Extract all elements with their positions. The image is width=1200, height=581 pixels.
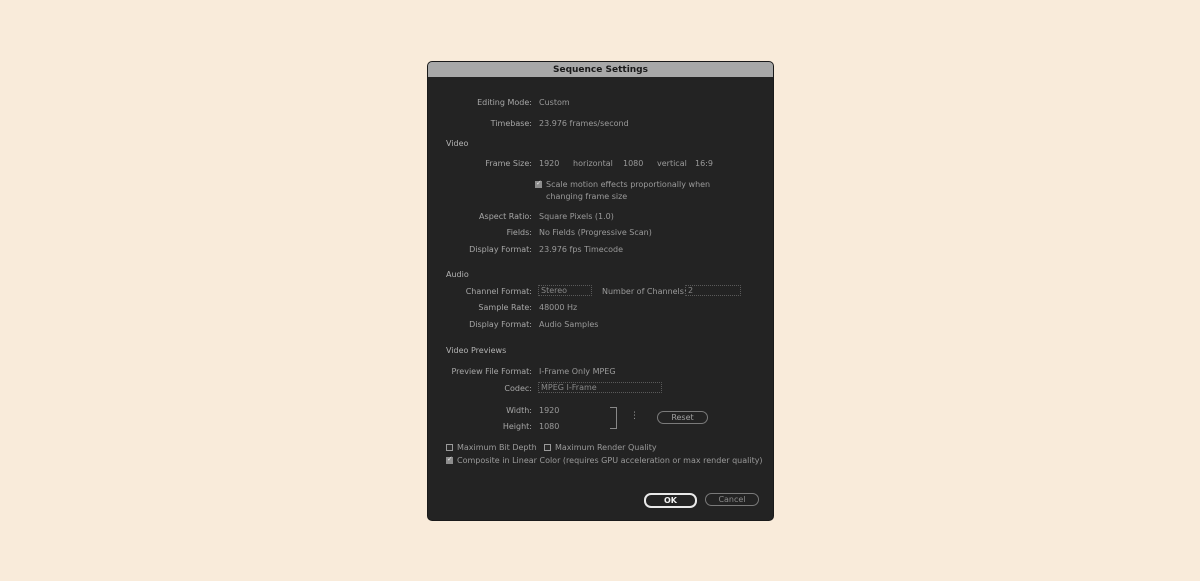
channel-format-label: Channel Format: bbox=[465, 287, 532, 296]
preview-file-format-label: Preview File Format: bbox=[451, 367, 533, 376]
editing-mode-label: Editing Mode: bbox=[477, 98, 532, 107]
frame-ratio-value: 16:9 bbox=[695, 159, 713, 168]
vertical-label: vertical bbox=[657, 159, 687, 168]
horizontal-label: horizontal bbox=[573, 159, 613, 168]
sample-rate-label: Sample Rate: bbox=[478, 303, 532, 312]
linear-color-label: Composite in Linear Color (requires GPU … bbox=[457, 456, 763, 465]
codec-select[interactable]: MPEG I-Frame bbox=[538, 382, 662, 393]
ok-button[interactable]: OK bbox=[644, 493, 697, 508]
audio-display-format-value[interactable]: Audio Samples bbox=[539, 320, 598, 329]
dialog-title: Sequence Settings bbox=[428, 62, 773, 77]
reset-button[interactable]: Reset bbox=[657, 411, 708, 424]
scale-motion-label-line1: Scale motion effects proportionally when bbox=[546, 180, 711, 189]
fields-label: Fields: bbox=[506, 228, 532, 237]
num-channels-label: Number of Channels: bbox=[602, 287, 687, 296]
linear-color-checkbox[interactable] bbox=[446, 455, 453, 464]
frame-width-value[interactable]: 1920 bbox=[539, 159, 559, 168]
editing-mode-value[interactable]: Custom bbox=[539, 98, 570, 107]
sample-rate-value[interactable]: 48000 Hz bbox=[539, 303, 577, 312]
max-render-quality-checkbox[interactable] bbox=[544, 444, 551, 451]
num-channels-field[interactable]: 2 bbox=[685, 285, 741, 296]
preview-height-label: Height: bbox=[502, 422, 532, 431]
max-bit-depth-checkbox[interactable] bbox=[446, 444, 453, 451]
video-section-label: Video bbox=[446, 139, 469, 148]
timebase-label: Timebase: bbox=[490, 119, 532, 128]
cancel-button[interactable]: Cancel bbox=[705, 493, 759, 506]
frame-size-label: Frame Size: bbox=[485, 159, 532, 168]
timebase-value[interactable]: 23.976 frames/second bbox=[539, 119, 629, 128]
chain-link-icon[interactable]: ⋮ bbox=[630, 411, 639, 421]
video-display-format-value[interactable]: 23.976 fps Timecode bbox=[539, 245, 623, 254]
aspect-ratio-value[interactable]: Square Pixels (1.0) bbox=[539, 212, 614, 221]
codec-label: Codec: bbox=[504, 384, 532, 393]
audio-section-label: Audio bbox=[446, 270, 469, 279]
frame-height-value[interactable]: 1080 bbox=[623, 159, 643, 168]
fields-value[interactable]: No Fields (Progressive Scan) bbox=[539, 228, 652, 237]
audio-display-format-label: Display Format: bbox=[469, 320, 532, 329]
scale-motion-checkbox[interactable] bbox=[535, 179, 542, 188]
sequence-settings-dialog: Sequence Settings Editing Mode: Custom T… bbox=[428, 62, 773, 520]
scale-motion-label-line2: changing frame size bbox=[546, 192, 628, 201]
video-previews-section-label: Video Previews bbox=[446, 346, 507, 355]
max-render-quality-label: Maximum Render Quality bbox=[555, 443, 657, 452]
aspect-ratio-label: Aspect Ratio: bbox=[479, 212, 532, 221]
channel-format-select[interactable]: Stereo bbox=[538, 285, 592, 296]
preview-width-label: Width: bbox=[506, 406, 532, 415]
preview-width-value[interactable]: 1920 bbox=[539, 406, 559, 415]
preview-file-format-value[interactable]: I-Frame Only MPEG bbox=[539, 367, 616, 376]
max-bit-depth-label: Maximum Bit Depth bbox=[457, 443, 537, 452]
video-display-format-label: Display Format: bbox=[469, 245, 532, 254]
link-bracket bbox=[610, 407, 617, 429]
preview-height-value[interactable]: 1080 bbox=[539, 422, 559, 431]
